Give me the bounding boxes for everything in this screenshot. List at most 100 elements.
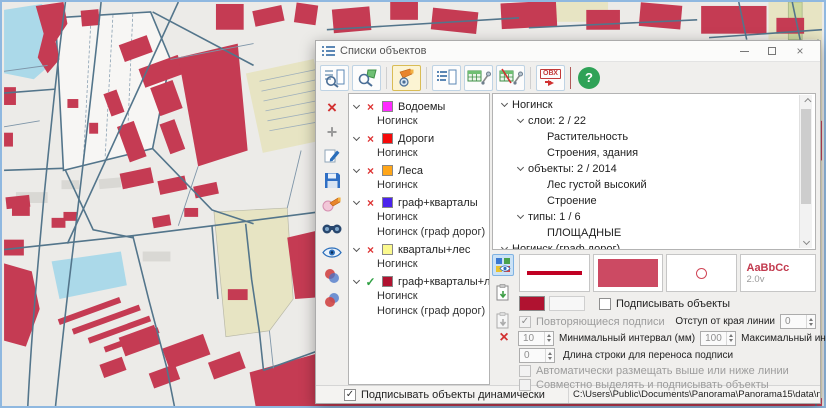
- chevron-down-icon[interactable]: [501, 100, 508, 107]
- layer-color-swatch[interactable]: [382, 197, 393, 208]
- export-obx-button[interactable]: ОВХ: [536, 65, 565, 91]
- dialog-titlebar[interactable]: Списки объектов ×: [316, 41, 820, 62]
- chevron-down-icon[interactable]: [517, 164, 524, 171]
- wrap-length-spinner[interactable]: 0: [519, 348, 555, 363]
- minimize-button[interactable]: [730, 42, 758, 61]
- repeating-labels-checkbox[interactable]: ✓ Повторяющиеся подписи: [519, 316, 665, 328]
- layer-state-icon[interactable]: ×: [364, 132, 377, 146]
- selection-tree[interactable]: Ногинск слои: 2 / 22 Растительность Стро…: [492, 93, 816, 250]
- chevron-down-icon[interactable]: [353, 244, 360, 251]
- tree-node[interactable]: типы: 1 / 6: [493, 209, 815, 225]
- layer-color-swatch[interactable]: [382, 101, 393, 112]
- spinner-arrows[interactable]: [726, 332, 735, 345]
- checkbox-icon[interactable]: [599, 298, 611, 310]
- scroll-down-arrow[interactable]: [800, 235, 813, 248]
- layer-list-panel[interactable]: × Водоемы Ногинск × Дороги Ногинск × Лес…: [348, 93, 490, 385]
- layer-color-swatch[interactable]: [382, 133, 393, 144]
- layer-list-item[interactable]: × Дороги: [351, 130, 487, 147]
- tree-node[interactable]: Ногинск: [493, 97, 815, 113]
- scroll-up-arrow[interactable]: [800, 95, 813, 108]
- save-list-button[interactable]: [320, 169, 344, 191]
- tree-node-label: Строение: [547, 195, 597, 207]
- search-in-list-button[interactable]: [320, 65, 349, 91]
- chevron-down-icon[interactable]: [353, 133, 360, 140]
- tree-node[interactable]: ПЛОЩАДНЫЕ: [493, 225, 815, 241]
- search-by-area-button[interactable]: [352, 65, 381, 91]
- chevron-down-icon[interactable]: [353, 276, 360, 283]
- auto-place-checkbox[interactable]: Автоматически размещать выше или ниже ли…: [519, 365, 789, 377]
- fill-style-preview[interactable]: [593, 254, 664, 292]
- spinner-arrows[interactable]: [545, 349, 554, 362]
- layer-state-icon[interactable]: ×: [364, 196, 377, 210]
- tree-node[interactable]: Строение: [493, 193, 815, 209]
- select-union-button[interactable]: [320, 289, 344, 311]
- search-area-icon: [356, 68, 378, 88]
- highlight-objects-button[interactable]: [392, 65, 421, 91]
- palette-eye-icon: [495, 257, 511, 273]
- chevron-down-icon[interactable]: [501, 244, 508, 250]
- view-objects-button[interactable]: [320, 241, 344, 263]
- max-interval-spinner[interactable]: 100: [700, 331, 736, 346]
- detach-table-button[interactable]: [496, 65, 525, 91]
- chevron-down-icon[interactable]: [353, 197, 360, 204]
- dynamic-labels-checkbox[interactable]: ✓ Подписывать объекты динамически: [344, 389, 545, 401]
- point-style-preview[interactable]: [666, 254, 737, 292]
- chevron-down-icon[interactable]: [517, 116, 524, 123]
- font-style-preview[interactable]: AaBbCc 2.0v: [740, 254, 817, 292]
- min-interval-spinner[interactable]: 10: [518, 331, 554, 346]
- checkbox-icon[interactable]: [519, 365, 531, 377]
- tree-node[interactable]: Лес густой высокий: [493, 177, 815, 193]
- edit-list-button[interactable]: [320, 145, 344, 167]
- attach-table-button[interactable]: [464, 65, 493, 91]
- layer-list-item[interactable]: × граф+кварталы: [351, 194, 487, 211]
- tree-node[interactable]: Растительность: [493, 129, 815, 145]
- close-button[interactable]: ×: [786, 42, 814, 61]
- scrollbar-thumb[interactable]: [801, 109, 811, 204]
- label-font-box[interactable]: [549, 296, 585, 311]
- highlight-selected-button[interactable]: [320, 193, 344, 215]
- layer-list-item[interactable]: × Водоемы: [351, 98, 487, 115]
- layer-state-icon[interactable]: ×: [364, 164, 377, 178]
- view-parameters-button[interactable]: [492, 254, 514, 276]
- find-objects-button[interactable]: [320, 217, 344, 239]
- tree-node[interactable]: объекты: 2 / 2014: [493, 161, 815, 177]
- layer-list-item[interactable]: × Леса: [351, 162, 487, 179]
- right-panel: Ногинск слои: 2 / 22 Растительность Стро…: [492, 93, 818, 385]
- chevron-down-icon[interactable]: [517, 212, 524, 219]
- layer-state-icon[interactable]: ×: [364, 243, 377, 257]
- add-list-button[interactable]: +: [320, 121, 344, 143]
- tree-scrollbar[interactable]: [799, 95, 812, 248]
- layer-state-icon[interactable]: ×: [364, 100, 377, 114]
- maximize-button[interactable]: [758, 42, 786, 61]
- edge-offset-spinner[interactable]: 0: [780, 314, 816, 329]
- help-button[interactable]: ?: [578, 67, 600, 89]
- list-composition-button[interactable]: [432, 65, 461, 91]
- tree-node[interactable]: Строения, здания: [493, 145, 815, 161]
- layer-map-name: Ногинск (граф дорог): [351, 305, 487, 320]
- layer-list-item[interactable]: × кварталы+лес: [351, 241, 487, 258]
- layer-list-item[interactable]: ✓ граф+кварталы+лес: [351, 273, 487, 290]
- layer-color-swatch[interactable]: [382, 276, 393, 287]
- layer-color-swatch[interactable]: [382, 165, 393, 176]
- tree-node[interactable]: Ногинск (граф дорог): [493, 241, 815, 250]
- delete-list-button[interactable]: ×: [320, 97, 344, 119]
- label-objects-checkbox[interactable]: Подписывать объекты: [599, 298, 730, 310]
- clear-intervals-button[interactable]: ×: [494, 331, 514, 345]
- line-style-preview[interactable]: [519, 254, 590, 292]
- tree-node-label: Ногинск (граф дорог): [512, 243, 620, 250]
- spinner-arrows[interactable]: [806, 315, 815, 328]
- layer-state-icon[interactable]: ✓: [364, 275, 377, 289]
- label-color-swatch[interactable]: [519, 296, 545, 311]
- spinner-arrows[interactable]: [544, 332, 553, 345]
- joint-select-checkbox[interactable]: Совместно выделять и подписывать объекты: [519, 379, 769, 391]
- checkbox-icon[interactable]: ✓: [344, 389, 356, 401]
- checkbox-icon[interactable]: ✓: [519, 316, 531, 328]
- tree-node[interactable]: слои: 2 / 22: [493, 113, 815, 129]
- chevron-down-icon[interactable]: [353, 165, 360, 172]
- auto-place-row: Автоматически размещать выше или ниже ли…: [519, 365, 816, 377]
- chevron-down-icon[interactable]: [353, 101, 360, 108]
- select-intersection-button[interactable]: [320, 265, 344, 287]
- checkbox-icon[interactable]: [519, 379, 531, 391]
- paste-style-button[interactable]: [492, 282, 514, 304]
- layer-color-swatch[interactable]: [382, 244, 393, 255]
